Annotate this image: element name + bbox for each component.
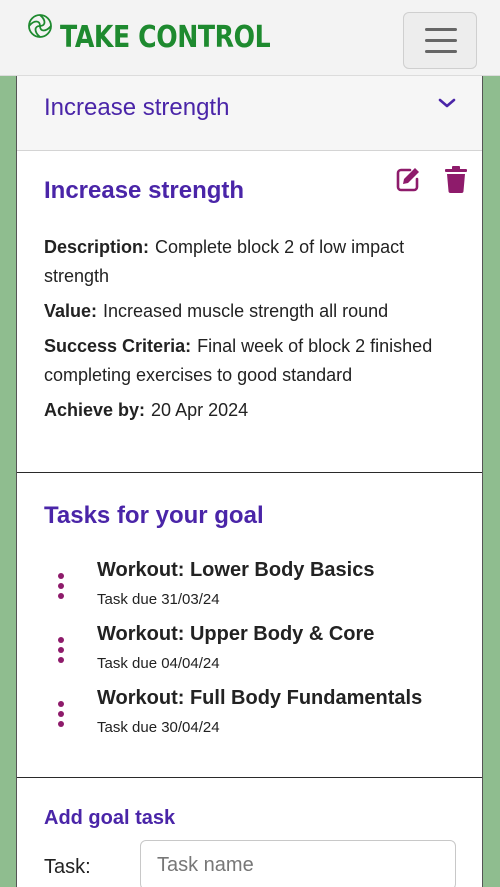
- achieve-by-label: Achieve by:: [44, 400, 146, 420]
- task-item: Workout: Upper Body & Core Task due 04/0…: [17, 623, 482, 679]
- swirl-logo-icon: [28, 14, 52, 38]
- chevron-down-icon[interactable]: [436, 95, 458, 111]
- task-name[interactable]: Workout: Lower Body Basics: [97, 559, 374, 582]
- add-goal-task-heading: Add goal task: [44, 807, 176, 829]
- kebab-menu-icon[interactable]: [56, 573, 66, 601]
- tasks-heading: Tasks for your goal: [44, 502, 264, 529]
- accordion-title: Increase strength: [44, 94, 230, 121]
- goal-title: Increase strength: [44, 177, 245, 204]
- edit-icon[interactable]: [395, 166, 421, 192]
- right-side-bar: [482, 76, 500, 887]
- goal-value: Value: Increased muscle strength all roun…: [44, 297, 454, 326]
- task-due-date: Task due 04/04/24: [97, 655, 220, 672]
- achieve-by-date: 20 Apr 2024: [151, 400, 249, 420]
- goal-achieve-by: Achieve by: 20 Apr 2024: [44, 396, 454, 425]
- navbar: TAKE CONTROL: [0, 0, 500, 76]
- task-field-label: Task:: [44, 856, 91, 878]
- menu-toggle-button[interactable]: [403, 12, 477, 69]
- goal-accordion-header[interactable]: Increase strength: [17, 76, 482, 151]
- task-name-input[interactable]: [140, 840, 456, 887]
- task-item: Workout: Lower Body Basics Task due 31/0…: [17, 559, 482, 615]
- goal-description: Description: Complete block 2 of low impa…: [44, 233, 454, 291]
- value-label: Value:: [44, 301, 98, 321]
- kebab-menu-icon[interactable]: [56, 637, 66, 665]
- trash-icon[interactable]: [444, 166, 468, 193]
- task-due-date: Task due 30/04/24: [97, 719, 220, 736]
- success-criteria-label: Success Criteria:: [44, 336, 192, 356]
- hamburger-menu-icon: [425, 28, 457, 31]
- goal-success-criteria: Success Criteria: Final week of block 2 f…: [44, 332, 454, 390]
- description-label: Description:: [44, 237, 150, 257]
- brand-name: TAKE CONTROL: [60, 20, 271, 55]
- left-side-bar: [0, 76, 17, 887]
- task-name[interactable]: Workout: Upper Body & Core: [97, 623, 374, 646]
- task-name[interactable]: Workout: Full Body Fundamentals: [97, 687, 422, 710]
- section-divider: [17, 777, 482, 778]
- value-text: Increased muscle strength all round: [103, 301, 389, 321]
- task-due-date: Task due 31/03/24: [97, 591, 220, 608]
- goal-card: Increase strength Increase strength Desc…: [17, 76, 482, 887]
- kebab-menu-icon[interactable]: [56, 701, 66, 729]
- task-item: Workout: Full Body Fundamentals Task due…: [17, 687, 482, 743]
- section-divider: [17, 472, 482, 473]
